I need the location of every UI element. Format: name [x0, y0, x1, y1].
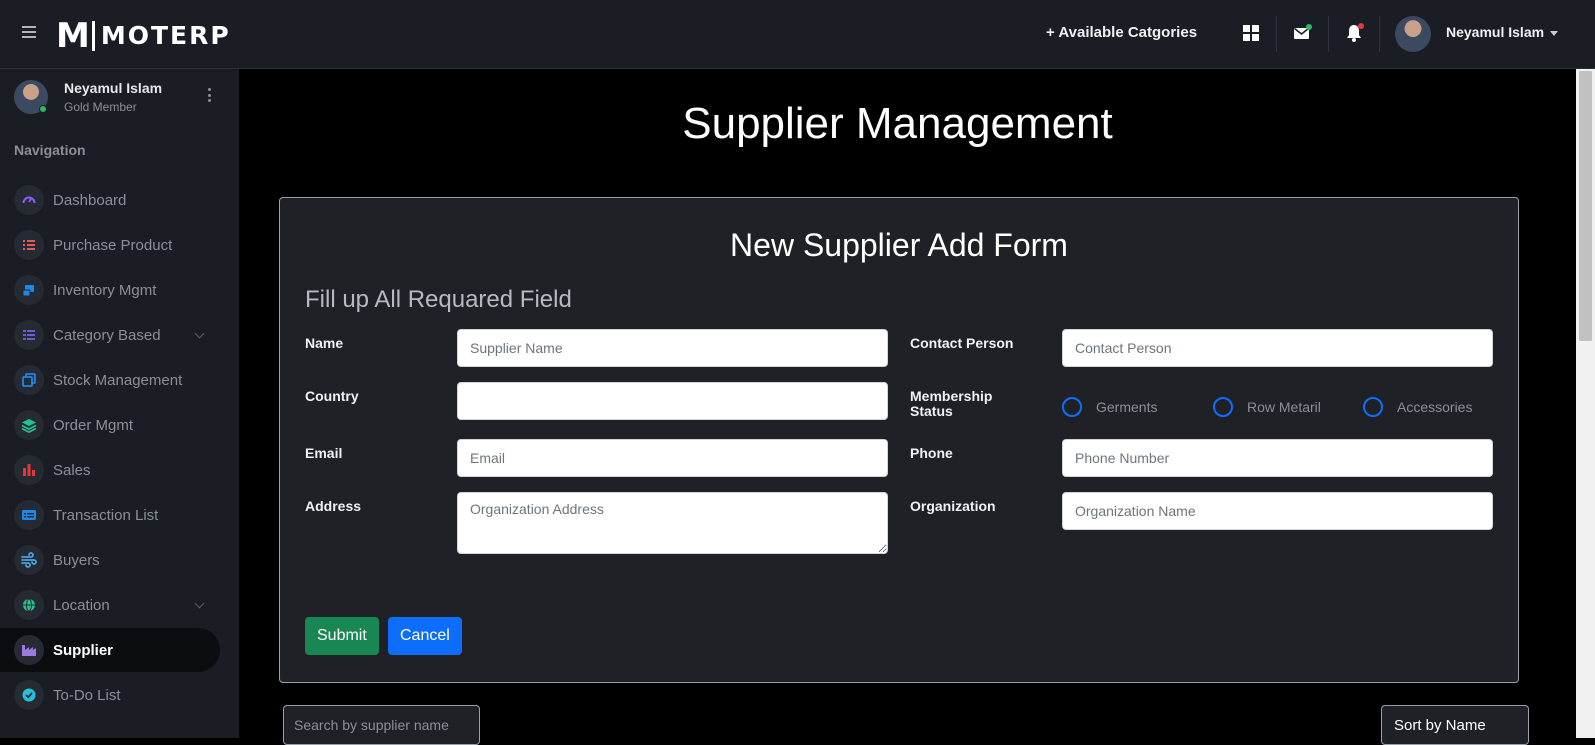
hamburger-menu-icon[interactable] [22, 26, 36, 40]
radio-circle[interactable] [1062, 397, 1082, 417]
profile-name: Neyamul Islam [64, 80, 163, 96]
radio-circle[interactable] [1213, 397, 1233, 417]
bell-notification-dot [1358, 23, 1364, 29]
sidebar-item-label: Category Based [53, 326, 161, 344]
form-title: New Supplier Add Form [730, 227, 1068, 263]
sidebar-item-label: Location [53, 596, 110, 614]
radio-circle[interactable] [1363, 397, 1383, 417]
supplier-form-card: New Supplier Add Form Fill up All Requar… [279, 197, 1519, 683]
phone-label: Phone [910, 445, 953, 461]
sidebar-item-dashboard[interactable]: Dashboard [0, 178, 220, 222]
factory-icon [14, 635, 44, 665]
chevron-down-icon [194, 598, 205, 609]
sidebar-item-buyers[interactable]: Buyers [0, 538, 220, 582]
sidebar-item-order-mgmt[interactable]: Order Mgmt [0, 403, 220, 447]
topbar-divider [1276, 16, 1277, 52]
online-status-dot [39, 105, 47, 113]
contact-person-input[interactable] [1062, 329, 1493, 367]
sidebar-item-label: Sales [53, 461, 91, 479]
sidebar-item-transaction-list[interactable]: Transaction List [0, 493, 220, 537]
sort-select[interactable]: Sort by Name [1381, 705, 1529, 745]
bar-chart-icon [14, 455, 44, 485]
membership-status-label: Membership Status [910, 388, 993, 419]
check-circle-icon [14, 680, 44, 710]
radio-label: Row Metaril [1247, 399, 1321, 415]
sidebar-item-todo-list[interactable]: To-Do List [0, 673, 220, 717]
globe-icon [14, 590, 44, 620]
sidebar-item-label: Dashboard [53, 191, 127, 209]
sidebar-item-purchase-product[interactable]: Purchase Product [0, 223, 220, 267]
sidebar-item-label: Stock Management [53, 371, 183, 389]
radio-row-metaril[interactable]: Row Metaril [1213, 397, 1321, 417]
radio-accessories[interactable]: Accessories [1363, 397, 1472, 417]
user-name: Neyamul Islam [1446, 24, 1545, 40]
sidebar-item-supplier[interactable]: Supplier [0, 628, 220, 672]
card-list-icon [14, 500, 44, 530]
app-logo[interactable]: M MOTERP [56, 16, 231, 56]
navigation-heading: Navigation [14, 142, 86, 158]
sidebar-item-label: Supplier [53, 641, 114, 659]
form-subtitle: Fill up All Requared Field [305, 286, 572, 313]
scrollbar-thumb[interactable] [1579, 71, 1592, 341]
radio-label: Germents [1096, 399, 1158, 415]
sidebar-item-label: Order Mgmt [53, 416, 134, 434]
logo-mark: M [56, 16, 90, 56]
user-avatar[interactable] [1395, 16, 1431, 52]
address-label: Address [305, 498, 362, 514]
sidebar-item-label: Inventory Mgmt [53, 281, 157, 299]
copy-icon [14, 365, 44, 395]
inventory-icon [14, 275, 44, 305]
page-title: Supplier Management [682, 99, 1113, 148]
mail-icon[interactable] [1291, 22, 1313, 44]
kebab-menu-icon[interactable] [204, 86, 214, 104]
topbar-divider [1328, 16, 1329, 52]
logo-divider [91, 21, 95, 51]
cancel-button[interactable]: Cancel [388, 617, 462, 655]
scrollbar[interactable] [1576, 69, 1595, 738]
sidebar-item-location[interactable]: Location [0, 583, 220, 627]
sidebar-item-label: Transaction List [53, 506, 159, 524]
email-input[interactable] [457, 439, 888, 477]
sidebar-item-inventory-mgmt[interactable]: Inventory Mgmt [0, 268, 220, 312]
address-textarea[interactable] [457, 492, 888, 554]
user-menu[interactable]: Neyamul Islam [1446, 24, 1559, 40]
apps-grid-icon[interactable] [1240, 22, 1262, 44]
country-input[interactable] [457, 382, 888, 420]
submit-button[interactable]: Submit [305, 617, 379, 655]
topbar-divider [1379, 16, 1380, 52]
sidebar-item-label: Buyers [53, 551, 100, 569]
bell-icon[interactable] [1343, 22, 1365, 44]
phone-input[interactable] [1062, 439, 1493, 477]
organization-input[interactable] [1062, 492, 1493, 530]
list-check-icon [14, 320, 44, 350]
email-label: Email [305, 445, 343, 461]
supplier-search-input[interactable] [283, 705, 480, 745]
supplier-name-input[interactable] [457, 329, 888, 367]
radio-label: Accessories [1397, 399, 1473, 415]
sidebar-item-category-based[interactable]: Category Based [0, 313, 220, 357]
logo-text: MOTERP [100, 21, 231, 50]
radio-germents[interactable]: Germents [1062, 397, 1157, 417]
main-content: Supplier Management New Supplier Add For… [239, 69, 1556, 745]
gauge-icon [14, 185, 44, 215]
caret-down-icon [1550, 30, 1559, 36]
available-categories-link[interactable]: + Available Catgories [1046, 24, 1197, 41]
top-navbar: M MOTERP + Available Catgories Neyamul I… [0, 0, 1595, 69]
sidebar: Neyamul Islam Gold Member Navigation Das… [0, 69, 239, 738]
sidebar-item-stock-management[interactable]: Stock Management [0, 358, 220, 402]
country-label: Country [305, 388, 359, 404]
organization-label: Organization [910, 498, 996, 514]
sidebar-profile: Neyamul Islam Gold Member [14, 80, 224, 120]
sidebar-item-sales[interactable]: Sales [0, 448, 220, 492]
layers-icon [14, 410, 44, 440]
contact-person-label: Contact Person [910, 335, 1014, 351]
sidebar-item-label: Purchase Product [53, 236, 173, 254]
list-icon [14, 230, 44, 260]
sidebar-item-label: To-Do List [53, 686, 121, 704]
chevron-down-icon [194, 328, 205, 339]
profile-role: Gold Member [64, 100, 137, 114]
mail-notification-dot [1306, 24, 1312, 30]
name-label: Name [305, 335, 344, 351]
wind-icon [14, 545, 44, 575]
